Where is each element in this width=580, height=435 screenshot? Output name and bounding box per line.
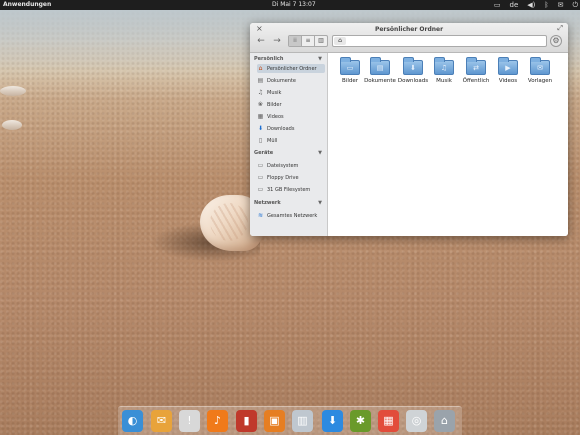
folder-label: Vorlagen <box>527 78 553 84</box>
applications-menu[interactable]: Anwendungen <box>3 0 51 10</box>
browser-icon[interactable]: ◐ <box>122 410 143 432</box>
back-button[interactable]: ← <box>254 35 268 47</box>
drive-icon: ▭ <box>257 186 264 193</box>
mail-app-icon[interactable]: ✉ <box>151 410 172 432</box>
disc-app-icon[interactable]: ◎ <box>406 410 427 432</box>
bluetooth-icon[interactable]: ᛒ <box>544 0 548 10</box>
clock[interactable]: Di Mai 7 13:07 <box>272 0 316 10</box>
collapse-icon[interactable]: ▼ <box>318 150 322 156</box>
folder-icon: ✉ <box>530 57 550 75</box>
sidebar-item-downloads[interactable]: ⬇ Downloads <box>257 124 325 133</box>
network-icon: ≋ <box>257 212 264 219</box>
forward-button[interactable]: → <box>270 35 284 47</box>
sidebar-item-label: Dateisystem <box>267 162 299 169</box>
sidebar-item-label: Bilder <box>267 101 282 108</box>
home-icon[interactable]: ⌂ <box>334 37 346 45</box>
display-icon[interactable]: ▭ <box>494 0 501 10</box>
download-app-icon[interactable]: ⬇ <box>322 410 343 432</box>
sidebar-item-label: Müll <box>267 137 278 144</box>
folder-item[interactable]: ✉ Vorlagen <box>521 56 559 84</box>
location-bar[interactable]: ⌂ <box>332 35 547 47</box>
sidebar-section-devices: Geräte <box>254 150 274 156</box>
sidebar-item-label: Musik <box>267 89 282 96</box>
folder-icon: ⬇ <box>403 57 423 75</box>
switcher-app-icon[interactable]: ▥ <box>292 410 313 432</box>
list-view-button[interactable]: ≡ <box>302 36 315 46</box>
keyboard-layout[interactable]: de <box>510 0 519 10</box>
wallpaper-pebble <box>0 86 26 96</box>
download-icon: ⬇ <box>257 125 264 132</box>
indicator-area: ▭ de ◀) ᛒ ✉ ⏻ <box>494 0 578 10</box>
trash-icon: ▯ <box>258 137 263 144</box>
folder-icon: ⇄ <box>466 57 486 75</box>
top-panel: Anwendungen Di Mai 7 13:07 ▭ de ◀) ᛒ ✉ ⏻ <box>0 0 580 10</box>
titlebar[interactable]: × Persönlicher Ordner ⤢ ← → ⁞⁞ ≡ ▥ ⌂ ⚙ <box>250 23 568 53</box>
collapse-icon[interactable]: ▼ <box>318 56 322 62</box>
sidebar-item-label: 31 GB Filesystem <box>267 186 311 193</box>
power-icon[interactable]: ⏻ <box>572 0 578 10</box>
sidebar-item-label: Downloads <box>267 125 295 132</box>
sidebar-item-floppy[interactable]: ▭ Floppy Drive <box>257 173 325 182</box>
notification-icon[interactable]: ! <box>179 410 200 432</box>
sidebar-item-filesystem[interactable]: ▭ Dateisystem <box>257 161 325 170</box>
bug-app-icon[interactable]: ✱ <box>350 410 371 432</box>
photos-app-icon[interactable]: ▣ <box>264 410 285 432</box>
sidebar-item-label: Dokumente <box>267 77 296 84</box>
video-app-icon[interactable]: ▮ <box>236 410 257 432</box>
sidebar-item-home[interactable]: ⌂ Persönlicher Ordner <box>257 64 325 73</box>
sidebar-item-label: Persönlicher Ordner <box>267 65 317 72</box>
mail-icon[interactable]: ✉ <box>558 0 564 10</box>
sidebar-item-label: Gesamtes Netzwerk <box>267 212 318 219</box>
volume-icon[interactable]: ◀) <box>527 0 535 10</box>
sidebar-item-label: Videos <box>267 113 284 120</box>
sidebar-item-network[interactable]: ≋ Gesamtes Netzwerk <box>257 211 325 220</box>
calendar-app-icon[interactable]: ▦ <box>378 410 399 432</box>
sidebar-item-trash[interactable]: ▯ Müll <box>257 136 325 145</box>
gear-icon[interactable]: ⚙ <box>550 35 562 47</box>
sidebar-item-music[interactable]: ♫ Musik <box>257 88 325 97</box>
drive-icon: ▭ <box>257 162 264 169</box>
dock: ◐ ✉ ! ♪ ▮ ▣ ▥ ⬇ ✱ ▦ ◎ ⌂ <box>118 406 462 435</box>
sidebar-item-label: Floppy Drive <box>267 174 299 181</box>
folder-view[interactable]: ▭ Bilder ▤ Dokumente ⬇ Downloads ♫ Musik… <box>329 53 568 236</box>
music-app-icon[interactable]: ♪ <box>207 410 228 432</box>
video-icon: ▦ <box>257 113 264 120</box>
view-switcher: ⁞⁞ ≡ ▥ <box>288 35 328 47</box>
maximize-icon[interactable]: ⤢ <box>557 24 563 33</box>
sidebar-item-documents[interactable]: ▤ Dokumente <box>257 76 325 85</box>
wallpaper-pebble <box>2 120 22 130</box>
folder-icon: ♫ <box>434 57 454 75</box>
icon-view-button[interactable]: ⁞⁞ <box>289 36 302 46</box>
sidebar-section-network: Netzwerk <box>254 200 281 206</box>
sidebar-item-pictures[interactable]: ❀ Bilder <box>257 100 325 109</box>
pictures-icon: ❀ <box>257 101 264 108</box>
folder-icon: ▭ <box>340 57 360 75</box>
sidebar-item-volume[interactable]: ▭ 31 GB Filesystem <box>257 185 325 194</box>
home-icon: ⌂ <box>258 65 263 72</box>
floppy-icon: ▭ <box>257 174 264 181</box>
file-manager-window: × Persönlicher Ordner ⤢ ← → ⁞⁞ ≡ ▥ ⌂ ⚙ P… <box>250 23 568 236</box>
column-view-button[interactable]: ▥ <box>315 36 327 46</box>
window-title: Persönlicher Ordner <box>374 26 444 33</box>
document-icon: ▤ <box>257 77 264 84</box>
files-app-icon[interactable]: ⌂ <box>434 410 455 432</box>
sidebar: Persönlich ▼ ⌂ Persönlicher Ordner ▤ Dok… <box>250 53 328 236</box>
sidebar-item-videos[interactable]: ▦ Videos <box>257 112 325 121</box>
folder-icon: ▤ <box>370 57 390 75</box>
collapse-icon[interactable]: ▼ <box>318 200 322 206</box>
folder-icon: ▶ <box>498 57 518 75</box>
music-icon: ♫ <box>257 89 264 96</box>
sidebar-section-personal: Persönlich <box>254 56 284 62</box>
